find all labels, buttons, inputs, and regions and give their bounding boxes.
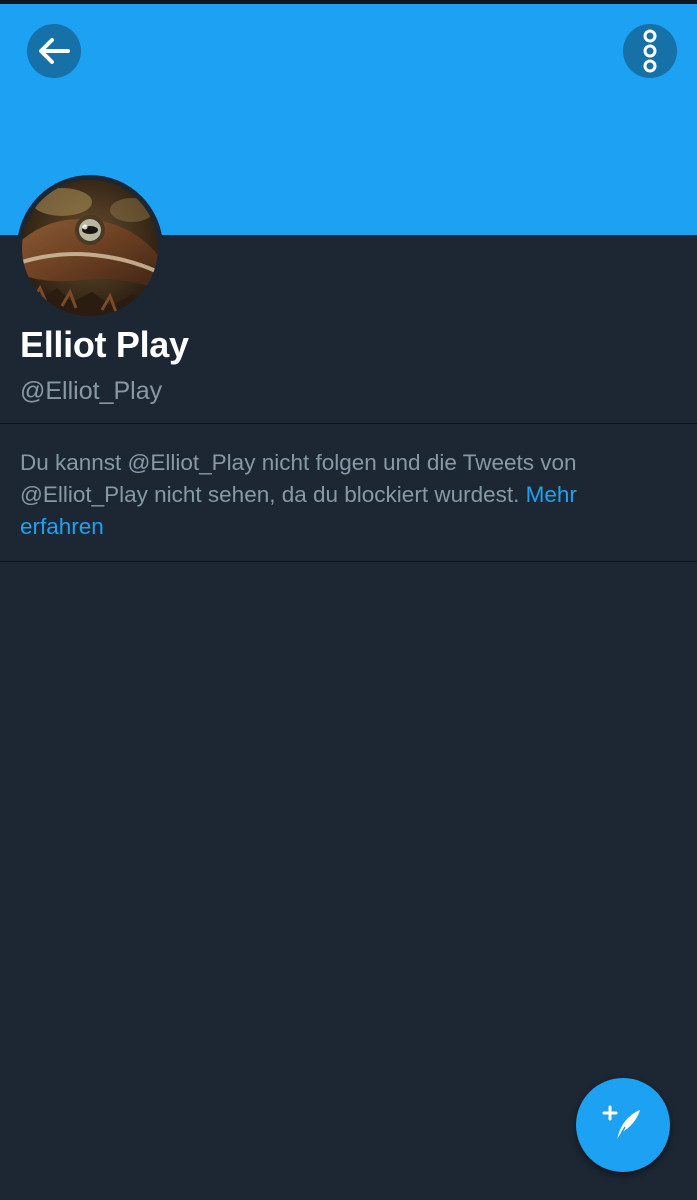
avatar-image	[22, 180, 158, 316]
arrow-left-icon	[39, 38, 70, 64]
blocked-notice: Du kannst @Elliot_Play nicht folgen und …	[20, 447, 660, 543]
divider	[0, 561, 697, 562]
profile-screen: Elliot Play @Elliot_Play Du kannst @Elli…	[0, 0, 697, 1200]
more-vertical-icon	[643, 29, 657, 73]
blocked-notice-text: Du kannst @Elliot_Play nicht folgen und …	[20, 450, 577, 507]
frog-photo	[22, 180, 158, 316]
profile-name: Elliot Play	[20, 324, 189, 365]
compose-tweet-button[interactable]	[576, 1078, 670, 1172]
compose-tweet-icon	[602, 1105, 640, 1142]
profile-handle: @Elliot_Play	[20, 377, 163, 405]
avatar[interactable]	[17, 175, 163, 321]
divider	[0, 423, 697, 424]
back-button[interactable]	[27, 24, 81, 78]
more-options-button[interactable]	[623, 24, 677, 78]
